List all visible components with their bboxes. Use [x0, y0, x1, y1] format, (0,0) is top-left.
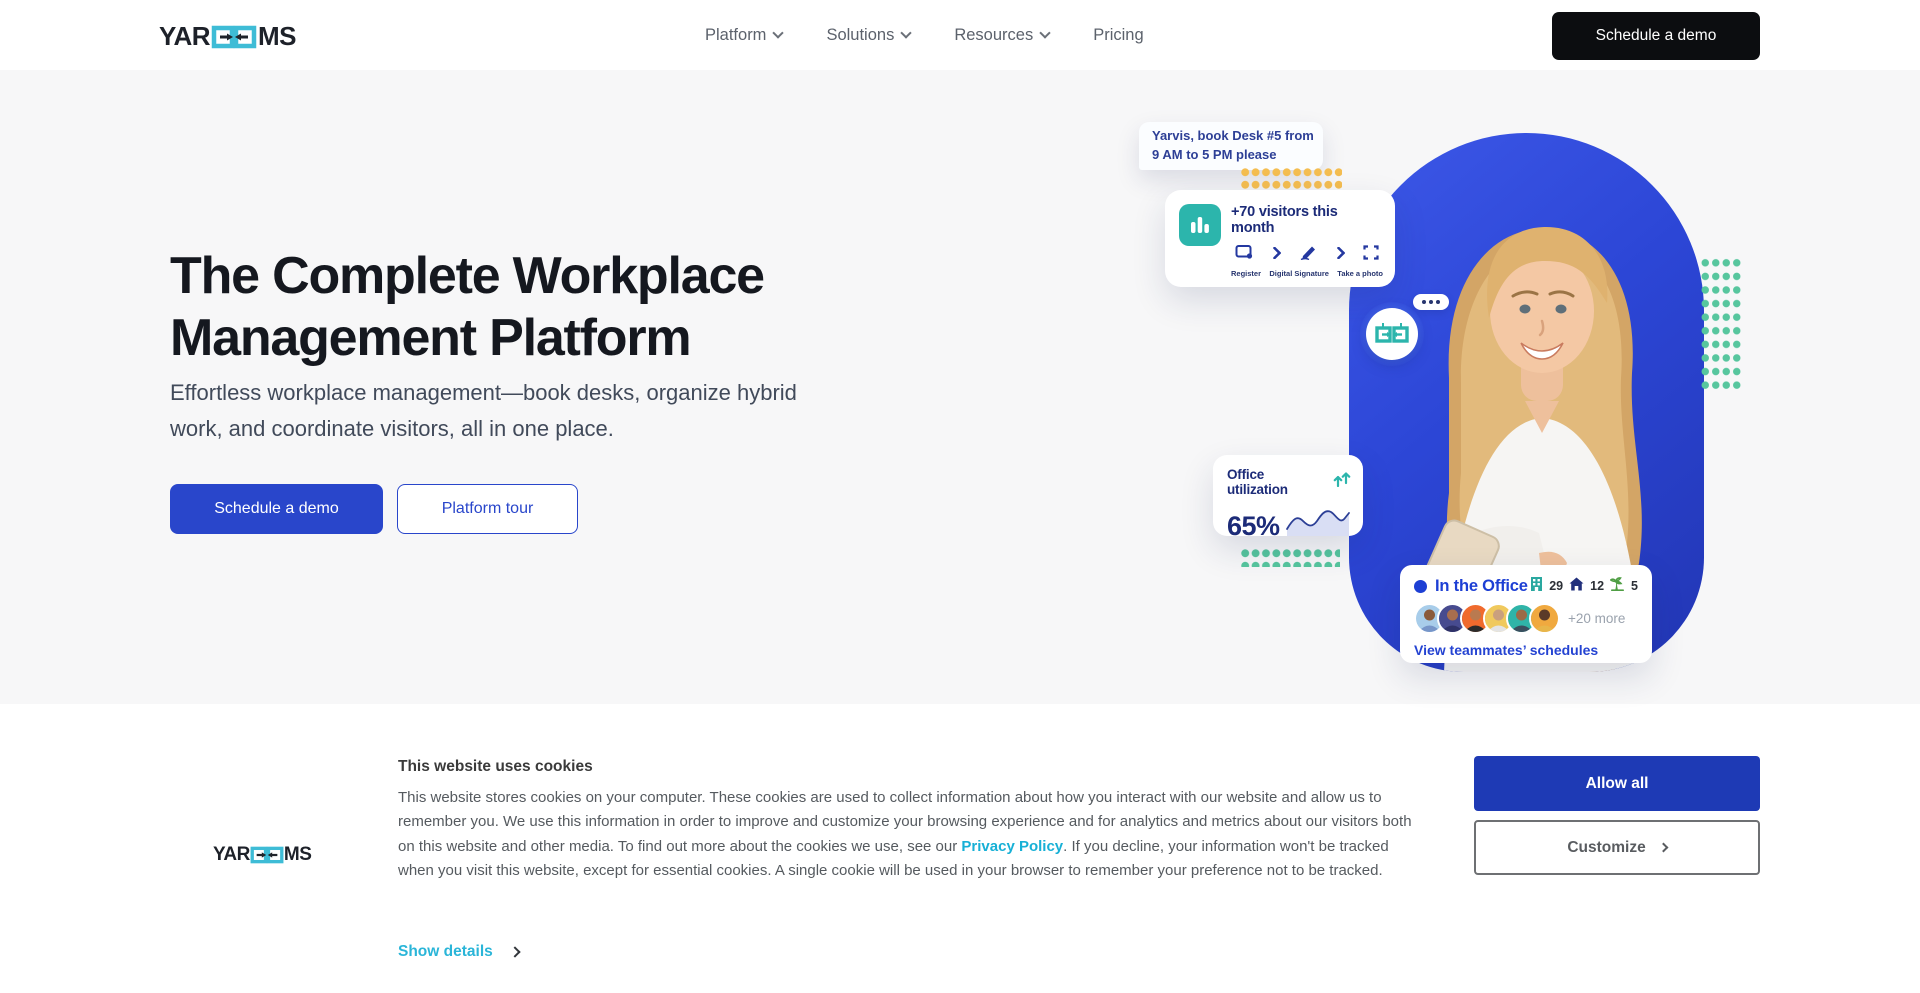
cookie-banner: YAR MS This website uses cookies This we…	[0, 740, 1920, 993]
building-icon	[1530, 576, 1543, 596]
vacation-palm-icon	[1610, 577, 1625, 596]
logo-chain-icon	[211, 25, 257, 49]
logo-text-right: MS	[258, 21, 296, 52]
step-label-take-a-photo: Take a photo	[1337, 269, 1383, 278]
more-teammates-label: +20 more	[1568, 611, 1625, 626]
logo-text-left: YAR	[213, 844, 250, 866]
office-card-title: In the Office	[1435, 577, 1528, 596]
main-nav: Platform Solutions Resources Pricing	[705, 0, 1144, 70]
customize-label: Customize	[1567, 839, 1645, 857]
chevron-right-icon	[1337, 246, 1345, 264]
register-icon	[1235, 244, 1254, 265]
green-dots-row-pattern	[1240, 547, 1340, 567]
cookie-banner-body: This website stores cookies on your comp…	[398, 786, 1420, 884]
step-label-register: Register	[1231, 269, 1261, 278]
header: YAR MS Platform Solutions	[0, 0, 1920, 70]
nav-item-resources[interactable]: Resources	[954, 26, 1049, 45]
customize-button[interactable]: Customize	[1474, 820, 1760, 875]
privacy-policy-link[interactable]: Privacy Policy	[961, 838, 1063, 855]
home-icon	[1569, 577, 1584, 596]
bar-chart-icon	[1179, 204, 1221, 246]
home-count: 12	[1590, 579, 1604, 593]
yarvis-assistant-icon	[1366, 308, 1418, 360]
nav-item-platform[interactable]: Platform	[705, 26, 782, 45]
landing-page: YAR MS Platform Solutions	[0, 0, 1920, 993]
visitors-card-title: +70 visitors this month	[1231, 204, 1383, 236]
utilization-sparkline-chart	[1285, 501, 1351, 542]
utilization-title: Office utilization	[1227, 467, 1328, 497]
nav-label: Pricing	[1093, 26, 1143, 45]
nav-item-pricing[interactable]: Pricing	[1093, 26, 1143, 45]
chevron-right-icon	[1658, 843, 1668, 853]
logo-chain-icon	[250, 846, 284, 864]
office-count: 29	[1549, 579, 1563, 593]
nav-label: Resources	[954, 26, 1033, 45]
chat-line-2: 9 AM to 5 PM please	[1152, 146, 1323, 165]
nav-item-solutions[interactable]: Solutions	[826, 26, 910, 45]
show-details-label: Show details	[398, 943, 493, 961]
cookie-banner-logo: YAR MS	[213, 844, 311, 866]
in-the-office-card: In the Office 29 12 5	[1400, 565, 1652, 663]
show-details-link[interactable]: Show details	[398, 943, 519, 961]
hero-illustration: +70 visitors this month	[1139, 122, 1779, 682]
typing-indicator	[1413, 294, 1449, 310]
office-utilization-card: Office utilization 65%	[1213, 455, 1363, 536]
brand-logo[interactable]: YAR MS	[159, 21, 296, 52]
utilization-value: 65%	[1227, 511, 1280, 542]
camera-frame-icon	[1363, 245, 1379, 265]
away-count: 5	[1631, 579, 1638, 593]
visitors-card: +70 visitors this month	[1165, 190, 1395, 287]
header-schedule-demo-button[interactable]: Schedule a demo	[1552, 12, 1760, 60]
logo-text-right: MS	[284, 844, 312, 866]
hero-buttons: Schedule a demo Platform tour	[170, 484, 578, 534]
yellow-dots-pattern	[1240, 166, 1342, 191]
hero-schedule-demo-button[interactable]: Schedule a demo	[170, 484, 383, 534]
hero-subtitle: Effortless workplace management—book des…	[170, 375, 850, 447]
chevron-down-icon	[901, 27, 912, 38]
nav-label: Solutions	[826, 26, 894, 45]
avatar	[1529, 603, 1560, 634]
yarvis-chat-bubble: Yarvis, book Desk #5 from 9 AM to 5 PM p…	[1139, 122, 1323, 170]
double-up-arrow-icon	[1333, 472, 1351, 492]
green-dots-grid-pattern	[1700, 256, 1742, 392]
step-label-digital-signature: Digital Signature	[1269, 269, 1329, 278]
nav-label: Platform	[705, 26, 766, 45]
chevron-right-icon	[509, 946, 520, 957]
chat-line-1: Yarvis, book Desk #5 from	[1152, 127, 1323, 146]
view-schedules-link[interactable]: View teammates’ schedules	[1414, 642, 1638, 658]
hero-section: The Complete Workplace Management Platfo…	[0, 70, 1920, 704]
status-dot-icon	[1414, 580, 1427, 593]
page-title: The Complete Workplace Management Platfo…	[170, 245, 850, 370]
cookie-banner-title: This website uses cookies	[398, 758, 593, 776]
logo-text-left: YAR	[159, 21, 210, 52]
chevron-right-icon	[1273, 246, 1281, 264]
chevron-down-icon	[773, 27, 784, 38]
chevron-down-icon	[1040, 27, 1051, 38]
platform-tour-button[interactable]: Platform tour	[397, 484, 578, 534]
allow-all-button[interactable]: Allow all	[1474, 756, 1760, 811]
signature-pen-icon	[1299, 244, 1318, 265]
